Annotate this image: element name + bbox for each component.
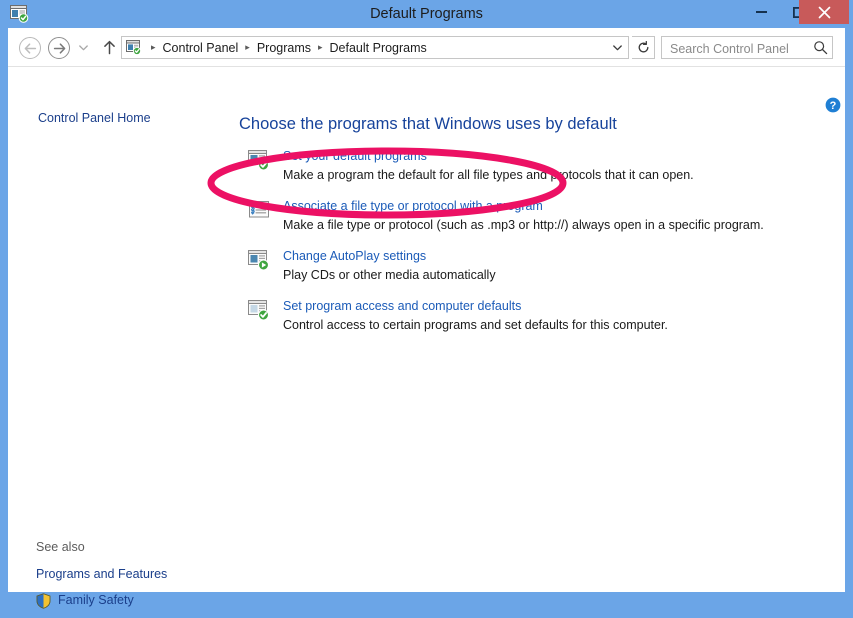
task-desc-change-autoplay-settings: Play CDs or other media automatically [283, 268, 496, 282]
back-button[interactable] [19, 37, 41, 59]
address-bar-icon [126, 40, 142, 56]
see-also-list: Programs and Features Family Safety [36, 561, 226, 613]
task-desc-set-program-access: Control access to certain programs and s… [283, 318, 668, 332]
default-programs-window: Default Programs ▸ Control Panel ▸ Progr… [0, 0, 853, 609]
close-button[interactable] [799, 0, 849, 24]
task-title-set-default-programs[interactable]: Set your default programs [283, 147, 839, 165]
see-also-item-family-safety[interactable]: Family Safety [36, 587, 226, 613]
main-pane: Choose the programs that Windows uses by… [230, 67, 845, 593]
breadcrumb: ▸ Control Panel ▸ Programs ▸ Default Pro… [146, 37, 429, 58]
help-button[interactable]: ? [825, 97, 841, 113]
minimize-icon [743, 0, 780, 24]
forward-arrow-icon [49, 38, 69, 58]
search-input[interactable] [668, 37, 814, 60]
address-bar[interactable]: ▸ Control Panel ▸ Programs ▸ Default Pro… [121, 36, 629, 59]
autoplay-icon [248, 249, 270, 271]
see-also-label-family-safety: Family Safety [58, 593, 134, 607]
minimize-button[interactable] [743, 0, 780, 24]
sidebar-item-control-panel-home[interactable]: Control Panel Home [38, 111, 151, 125]
breadcrumb-separator: ▸ [245, 42, 250, 52]
left-pane: Control Panel Home See also Programs and… [8, 67, 230, 609]
task-desc-set-default-programs: Make a program the default for all file … [283, 168, 694, 182]
client-area: ▸ Control Panel ▸ Programs ▸ Default Pro… [8, 28, 845, 609]
task-title-set-program-access[interactable]: Set program access and computer defaults [283, 297, 839, 315]
address-dropdown-button[interactable] [607, 37, 627, 58]
page-title: Choose the programs that Windows uses by… [239, 115, 617, 133]
see-also-item-programs-and-features[interactable]: Programs and Features [36, 561, 226, 587]
breadcrumb-separator: ▸ [151, 42, 156, 52]
task-title-change-autoplay-settings[interactable]: Change AutoPlay settings [283, 247, 839, 265]
close-icon [799, 0, 849, 24]
set-default-programs-icon [248, 149, 270, 171]
associate-file-type-icon [248, 199, 270, 221]
task-item-set-program-access[interactable]: Set program access and computer defaults… [239, 297, 839, 343]
see-also-heading: See also [36, 540, 85, 554]
svg-text:?: ? [830, 100, 837, 112]
back-arrow-icon [20, 38, 40, 58]
search-icon [813, 40, 828, 55]
breadcrumb-item-control-panel[interactable]: Control Panel [161, 41, 241, 55]
task-title-associate-file-type[interactable]: Associate a file type or protocol with a… [283, 197, 839, 215]
breadcrumb-item-programs[interactable]: Programs [255, 41, 313, 55]
title-bar: Default Programs [0, 0, 853, 28]
breadcrumb-separator: ▸ [318, 42, 323, 52]
forward-button[interactable] [48, 37, 70, 59]
up-button[interactable] [100, 38, 118, 56]
breadcrumb-item-default-programs[interactable]: Default Programs [328, 41, 429, 55]
task-item-change-autoplay-settings[interactable]: Change AutoPlay settings Play CDs or oth… [239, 247, 839, 293]
task-item-associate-file-type[interactable]: Associate a file type or protocol with a… [239, 197, 839, 243]
task-desc-associate-file-type: Make a file type or protocol (such as .m… [283, 218, 764, 232]
task-item-set-default-programs[interactable]: Set your default programs Make a program… [239, 147, 839, 193]
see-also-label-programs-and-features: Programs and Features [36, 567, 168, 581]
search-box[interactable] [661, 36, 833, 60]
shield-icon [36, 592, 51, 609]
program-access-icon [248, 299, 270, 321]
content-area: Control Panel Home See also Programs and… [8, 66, 845, 609]
refresh-button[interactable] [632, 36, 655, 59]
recent-locations-button[interactable] [76, 41, 90, 55]
task-list: Set your default programs Make a program… [239, 147, 839, 347]
navigation-bar: ▸ Control Panel ▸ Programs ▸ Default Pro… [8, 28, 845, 66]
window-title: Default Programs [370, 6, 483, 22]
